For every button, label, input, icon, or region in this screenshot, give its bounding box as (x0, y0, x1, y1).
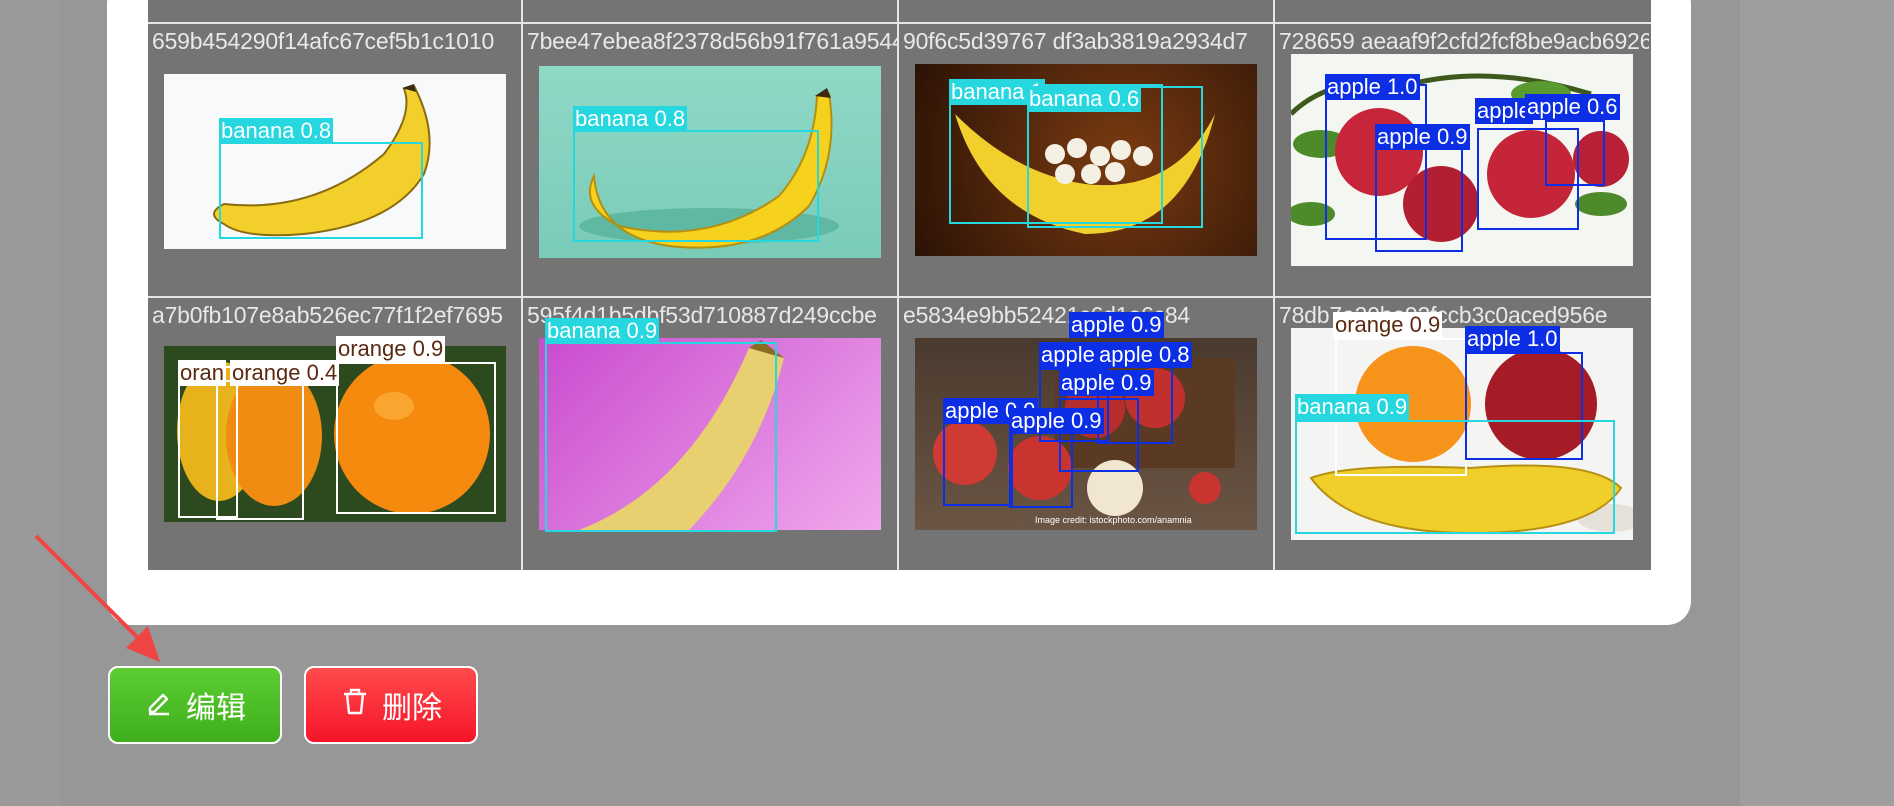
gallery-cell[interactable]: 659b454290f14afc67cef5b1c1010 banana 0.8 (148, 24, 522, 292)
detection-box-banana (573, 130, 819, 242)
detection-box-orange (336, 362, 496, 514)
detection-label: banana 0.8 (573, 106, 688, 132)
edit-pencil-icon (144, 686, 174, 724)
detection-label: banana 0.8 (219, 118, 334, 144)
detection-box-banana (1295, 420, 1615, 534)
detection-label: banana 0.6 (1027, 86, 1142, 112)
gallery-cell[interactable]: 90f6c5d39767 df3ab3819a2934d7 banana 1 b… (899, 24, 1273, 292)
image-filename: 90f6c5d39767 df3ab3819a2934d7 (903, 28, 1248, 54)
edit-button-label: 编辑 (186, 692, 246, 725)
detection-label: apple 0.9 (1069, 312, 1164, 338)
detection-box-apple (1545, 120, 1605, 186)
outer-background-right (1740, 0, 1894, 806)
detection-label: apple 0.9 (1375, 124, 1470, 150)
image-filename: 78db7e20be92fccb3c0aced956e (1279, 302, 1608, 328)
image-filename: a7b0fb107e8ab526ec77f1f2ef7695 (152, 302, 503, 328)
detection-label: apple 1.0 (1325, 74, 1420, 100)
image-filename: 7bee47ebea8f2378d56b91f761a9544 (527, 28, 897, 54)
detection-box-banana (545, 342, 777, 532)
edit-button[interactable]: 编辑 (108, 666, 282, 744)
detection-label: orange 0.9 (336, 336, 446, 362)
delete-button-label: 删除 (382, 692, 442, 725)
gallery-cell[interactable]: 728659 aeaaf9f2cfd2fcf8be9acb6926f apple… (1275, 24, 1649, 292)
photo-caption: Image credit: istockphoto.com/anamnia (1035, 515, 1192, 525)
detection-label: orange 0.4 (230, 360, 340, 386)
detection-label: orange 0.9 (1333, 312, 1443, 338)
detection-label: apple 0.6 (1525, 94, 1620, 120)
detection-label: apple 0.8 (1097, 342, 1192, 368)
gallery-cell[interactable]: 595f4d1b5dbf53d710887d249ccbe banana 0.9 (523, 298, 897, 566)
detection-label: apple 0.9 (1059, 370, 1154, 396)
outer-background-left (0, 0, 60, 806)
detection-box-orange (216, 380, 304, 520)
detection-box-banana (219, 142, 423, 239)
delete-button[interactable]: 删除 (304, 666, 478, 744)
detection-image-grid: 659b454290f14afc67cef5b1c1010 banana 0.8… (148, 0, 1651, 570)
image-filename: 659b454290f14afc67cef5b1c1010 (152, 28, 495, 54)
detection-label: apple 1.0 (1465, 326, 1560, 352)
gallery-cell[interactable]: 78db7e20be92fccb3c0aced956e orange 0.9 a… (1275, 298, 1649, 566)
image-filename: 728659 aeaaf9f2cfd2fcf8be9acb6926f (1279, 28, 1649, 54)
gallery-cell[interactable]: e5834e9bb52421c6d1e6c84 Image credit: is… (899, 298, 1273, 566)
annotation-arrow-icon (34, 534, 160, 662)
gallery-cell[interactable]: 7bee47ebea8f2378d56b91f761a9544 banana 0… (523, 24, 897, 292)
detection-label: banana 0.9 (1295, 394, 1410, 420)
detection-label: apple 0.9 (1009, 408, 1104, 434)
detection-box-apple (1375, 148, 1463, 252)
detection-label: banana 0.9 (545, 318, 660, 344)
detection-label: oran (178, 360, 227, 386)
gallery-cell[interactable]: a7b0fb107e8ab526ec77f1f2ef7695 oran oran… (148, 298, 522, 566)
trash-icon (340, 686, 370, 724)
detection-box-apple (943, 422, 1013, 506)
